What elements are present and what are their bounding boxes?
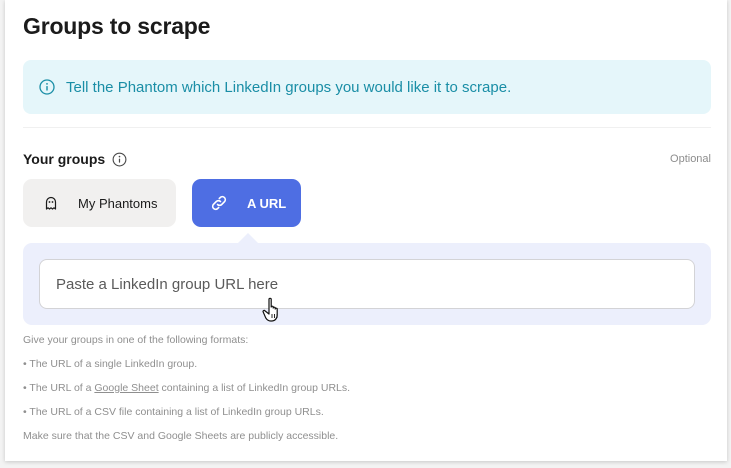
info-circle-icon[interactable]: [112, 152, 127, 167]
page-title: Groups to scrape: [23, 13, 211, 39]
help-item-text: containing a list of LinkedIn group URLs…: [158, 382, 351, 394]
info-circle-icon: [39, 79, 55, 95]
help-item-text: • The URL of a: [23, 382, 95, 394]
help-intro: Give your groups in one of the following…: [23, 334, 249, 346]
tab-pointer: [238, 233, 258, 243]
help-item-google-sheet: • The URL of a Google Sheet containing a…: [23, 382, 350, 394]
help-item-csv: • The URL of a CSV file containing a lis…: [23, 406, 324, 418]
link-icon: [209, 193, 229, 213]
help-item-single-url: • The URL of a single LinkedIn group.: [23, 358, 198, 370]
your-groups-title: Your groups: [23, 151, 106, 167]
tab-a-url[interactable]: A URL: [192, 179, 301, 227]
phantom-ghost-icon: [43, 195, 59, 211]
tab-a-url-label: A URL: [247, 195, 287, 211]
your-groups-label: Your groups: [23, 151, 127, 167]
tab-my-phantoms-label: My Phantoms: [78, 195, 158, 211]
divider: [23, 127, 711, 128]
tab-my-phantoms[interactable]: My Phantoms: [23, 179, 176, 227]
optional-label: Optional: [670, 153, 711, 165]
help-note: Make sure that the CSV and Google Sheets…: [23, 430, 339, 442]
group-url-input[interactable]: [39, 259, 695, 309]
info-banner: Tell the Phantom which LinkedIn groups y…: [23, 60, 711, 114]
info-banner-text: Tell the Phantom which LinkedIn groups y…: [66, 78, 512, 96]
google-sheet-link[interactable]: Google Sheet: [94, 382, 158, 394]
url-input-panel: [23, 243, 711, 325]
hand-pointer-cursor-icon: [262, 297, 278, 322]
